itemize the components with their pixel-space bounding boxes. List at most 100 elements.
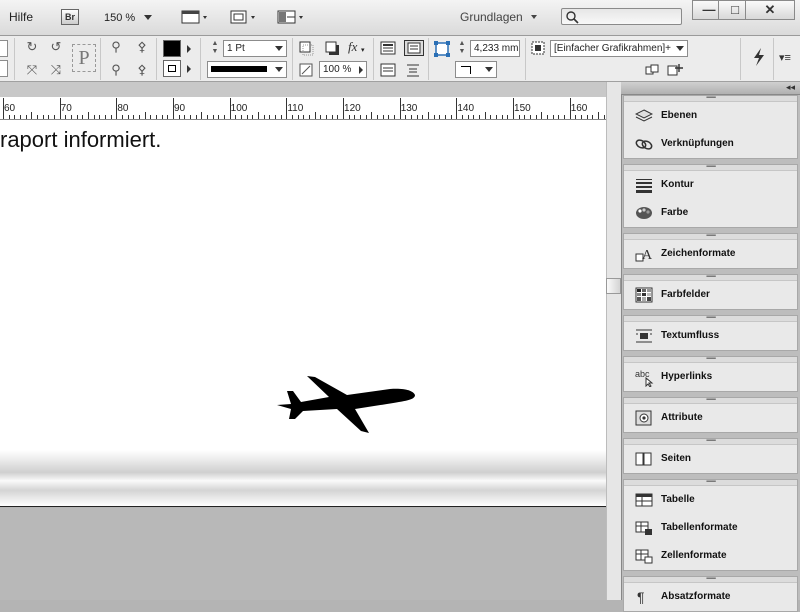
ruler-tick <box>467 115 469 119</box>
ruler-label: 140 <box>457 103 475 114</box>
panel-item-farbfelder[interactable]: Farbfelder <box>624 281 797 309</box>
select-next-icon[interactable]: ⚴ <box>134 62 150 78</box>
stroke-weight-stepper[interactable]: ▲ ▼ <box>210 40 220 57</box>
clear-overrides-icon[interactable] <box>645 64 661 76</box>
stroke-weight-value: 1 Pt <box>227 43 245 54</box>
rotate-cw-icon[interactable]: ↻ <box>24 39 40 55</box>
color-palette-icon <box>635 205 653 221</box>
panel-menu-icon[interactable]: ▾≡ <box>779 51 791 64</box>
collapse-panels-icon[interactable]: ◂◂ <box>786 82 795 93</box>
drop-shadow-icon[interactable] <box>299 41 315 57</box>
ruler-tick <box>195 115 197 119</box>
flip-horizontal-icon[interactable]: ⤧ <box>24 62 40 78</box>
panel-item-tabellenformate[interactable]: Tabellenformate <box>624 514 797 542</box>
select-previous-icon[interactable]: ⚲ <box>108 62 124 78</box>
offset-value: 4,233 mm <box>474 43 519 54</box>
arrange-documents-icon[interactable] <box>277 9 307 26</box>
panel-item-absatzformate[interactable]: ¶ Absatzformate <box>624 583 797 611</box>
reference-field-bottom[interactable] <box>0 60 8 77</box>
panel-item-farbe[interactable]: Farbe <box>624 199 797 227</box>
cell-styles-icon <box>635 548 653 564</box>
bridge-button[interactable]: Br <box>61 9 79 25</box>
layers-icon <box>634 108 654 124</box>
opacity-icon[interactable] <box>299 63 313 77</box>
svg-text:¶: ¶ <box>637 589 645 605</box>
panel-item-textumfluss[interactable]: Textumfluss <box>624 322 797 350</box>
offset-field[interactable]: 4,233 mm <box>470 40 520 57</box>
search-input[interactable] <box>561 8 682 25</box>
ruler-tick <box>31 112 33 119</box>
panel-item-hyperlinks[interactable]: abc Hyperlinks <box>624 363 797 391</box>
panel-item-ebenen[interactable]: Ebenen <box>624 102 797 130</box>
align-bottom-icon[interactable] <box>405 63 421 77</box>
screen-mode-icon[interactable] <box>229 9 259 26</box>
ruler-label: 130 <box>400 103 418 114</box>
ruler-tick <box>575 115 577 119</box>
select-content-icon[interactable]: ⚴ <box>134 39 150 55</box>
ruler-tick <box>501 115 503 119</box>
zoom-level[interactable]: 150 % <box>104 12 135 24</box>
fill-dropdown-icon[interactable] <box>187 45 191 53</box>
opacity-field[interactable]: 100 % <box>319 61 367 78</box>
paragraph-styles-icon: ¶ <box>635 589 653 605</box>
document-page[interactable] <box>0 120 606 507</box>
body-text[interactable]: raport informiert. <box>0 127 161 153</box>
paragraph-p-icon[interactable]: P <box>72 44 96 72</box>
panel-group: ▪▪▪▪▪▪▪▪ Seiten <box>623 438 798 474</box>
offset-stepper[interactable]: ▲ ▼ <box>457 40 467 57</box>
panel-item-verknüpfungen[interactable]: Verknüpfungen <box>624 130 797 158</box>
effects-fx-icon[interactable]: fx <box>348 39 357 55</box>
airplane-image[interactable] <box>275 373 420 435</box>
ruler-tick <box>110 115 112 119</box>
frame-options-icon[interactable] <box>404 40 424 56</box>
panel-dock-header[interactable]: ◂◂ <box>621 82 800 95</box>
stroke-dropdown-icon[interactable] <box>187 65 191 73</box>
scrollbar-thumb[interactable] <box>606 278 621 294</box>
ruler-label: 60 <box>4 103 16 114</box>
ruler-tick <box>20 115 21 119</box>
ruler-tick <box>462 115 464 119</box>
shadow-icon[interactable] <box>325 41 341 57</box>
corner-shape-dropdown[interactable] <box>455 61 497 78</box>
panel-item-tabelle[interactable]: Tabelle <box>624 486 797 514</box>
ruler-tick <box>439 115 441 119</box>
workspace-switcher[interactable]: Grundlagen <box>460 10 523 24</box>
panel-item-seiten[interactable]: Seiten <box>624 445 797 473</box>
select-container-icon[interactable]: ⚲ <box>108 39 124 55</box>
quick-apply-icon[interactable] <box>752 48 766 66</box>
panel-item-label: Seiten <box>661 453 692 464</box>
view-options-icon[interactable] <box>181 9 211 26</box>
panel-item-attribute[interactable]: Attribute <box>624 404 797 432</box>
stroke-weight-field[interactable]: 1 Pt <box>223 40 287 57</box>
rotate-ccw-icon[interactable]: ↺ <box>48 39 64 55</box>
align-center-icon[interactable] <box>380 63 396 77</box>
ruler-tick <box>422 115 424 119</box>
ruler-tick <box>320 115 322 119</box>
horizontal-ruler[interactable]: 60 70 80 90 100 110 120 130 140 150 160 <box>0 97 606 120</box>
fill-swatch[interactable] <box>163 40 181 57</box>
panel-item-zeichenformate[interactable]: A Zeichenformate <box>624 240 797 268</box>
stroke-swatch[interactable] <box>163 60 181 77</box>
reference-field-top[interactable] <box>0 40 8 57</box>
flip-vertical-icon[interactable]: ⤨ <box>48 62 64 78</box>
workspace-dropdown-icon[interactable] <box>531 15 538 20</box>
close-button[interactable]: ✕ <box>745 0 795 20</box>
new-object-style-icon[interactable] <box>667 63 685 77</box>
corner-options-icon[interactable] <box>433 40 451 58</box>
panel-item-zellenformate[interactable]: Zellenformate <box>624 542 797 570</box>
ruler-tick <box>76 115 78 119</box>
menu-hilfe[interactable]: Hilfe <box>9 10 33 24</box>
vertical-scrollbar[interactable] <box>606 82 621 600</box>
separator <box>100 38 101 80</box>
ruler-tick <box>331 115 333 119</box>
fx-dropdown-icon[interactable]: ▾ <box>361 46 365 54</box>
stroke-type-dropdown[interactable] <box>207 61 287 78</box>
object-style-icon[interactable] <box>531 41 545 55</box>
panel-item-kontur[interactable]: Kontur <box>624 171 797 199</box>
object-style-dropdown[interactable]: [Einfacher Grafikrahmen]+ <box>550 40 688 57</box>
align-top-icon[interactable] <box>380 41 396 55</box>
panel-item-label: Hyperlinks <box>661 371 713 382</box>
ruler-tick <box>224 115 225 119</box>
ruler-tick <box>394 115 396 119</box>
zoom-dropdown-icon[interactable] <box>144 15 152 20</box>
